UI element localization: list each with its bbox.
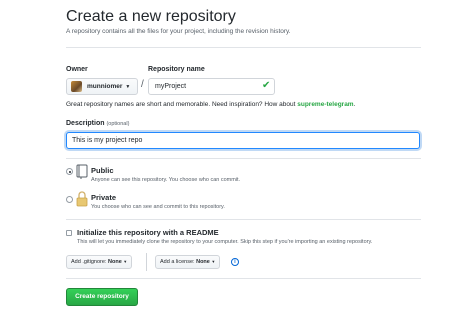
license-dropdown[interactable]: Add a license: None ▼	[155, 255, 221, 269]
gitignore-dropdown[interactable]: Add .gitignore: None ▼	[66, 255, 133, 269]
lock-icon	[76, 191, 88, 207]
owner-label: Owner	[66, 66, 88, 73]
avatar	[71, 81, 82, 92]
public-radio[interactable]	[66, 168, 73, 175]
page-title: Create a new repository	[66, 8, 236, 25]
chevron-down-icon: ▼	[123, 259, 128, 264]
license-prefix: Add a license:	[160, 259, 195, 265]
name-hint: Great repository names are short and mem…	[66, 101, 355, 108]
description-input[interactable]: This is my project repo	[66, 132, 420, 149]
dropdown-separator	[146, 253, 147, 271]
description-label: Description (optional)	[66, 120, 129, 127]
owner-name: munniomer	[87, 83, 123, 90]
repository-name-input[interactable]: myProject	[148, 78, 275, 95]
readme-checkbox[interactable]	[66, 230, 72, 236]
divider-bottom	[66, 278, 421, 279]
gitignore-prefix: Add .gitignore:	[71, 259, 107, 265]
repo-icon	[76, 164, 88, 179]
optional-tag: (optional)	[106, 121, 130, 127]
license-value: None	[196, 259, 210, 265]
owner-repo-separator: /	[141, 79, 144, 90]
description-label-text: Description	[66, 120, 105, 127]
page-subtitle: A repository contains all the files for …	[66, 28, 291, 35]
readme-desc: This will let you immediately clone the …	[77, 239, 373, 245]
public-desc: Anyone can see this repository. You choo…	[91, 177, 241, 183]
hint-end: .	[353, 101, 356, 108]
private-desc: You choose who can see and commit to thi…	[91, 204, 225, 210]
check-icon: ✔	[262, 80, 271, 91]
info-icon[interactable]: i	[231, 258, 239, 266]
chevron-down-icon: ▼	[125, 83, 131, 90]
readme-title: Initialize this repository with a README	[77, 228, 219, 237]
divider-top	[66, 47, 421, 48]
hint-text: Great repository names are short and mem…	[66, 101, 298, 108]
gitignore-value: None	[108, 259, 122, 265]
private-radio[interactable]	[66, 196, 73, 203]
divider-lower	[66, 219, 421, 220]
owner-dropdown[interactable]: munniomer ▼	[66, 78, 138, 95]
suggested-name-link[interactable]: supreme-telegram	[297, 101, 353, 108]
divider-mid	[66, 158, 421, 159]
repository-name-label: Repository name	[148, 66, 205, 73]
private-title: Private	[91, 193, 117, 202]
public-title: Public	[91, 166, 114, 175]
chevron-down-icon: ▼	[211, 259, 216, 264]
create-repository-button[interactable]: Create repository	[66, 288, 138, 306]
